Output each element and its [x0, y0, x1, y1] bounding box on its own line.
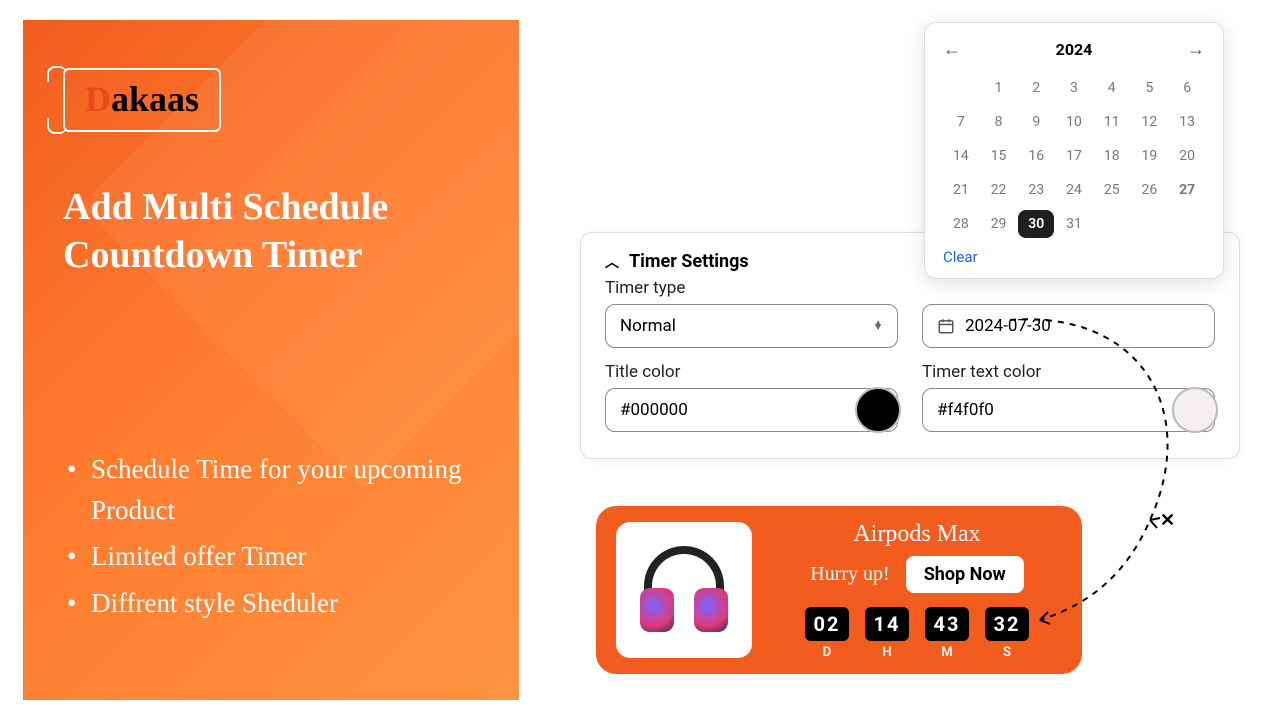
calendar-grid: 1234567891011121314151617181920212223242…: [943, 74, 1205, 238]
calendar-day[interactable]: 7: [943, 108, 979, 136]
calendar-day[interactable]: 26: [1132, 176, 1168, 204]
product-image: [616, 522, 752, 658]
calendar-day[interactable]: 18: [1094, 142, 1130, 170]
title-color-label: Title color: [605, 362, 898, 382]
calendar-day[interactable]: 25: [1094, 176, 1130, 204]
calendar-day[interactable]: 30: [1018, 210, 1054, 238]
title-color-input[interactable]: #000000: [605, 388, 898, 432]
countdown-days: 02: [805, 607, 849, 641]
calendar-day[interactable]: 12: [1132, 108, 1168, 136]
calendar-day[interactable]: 10: [1056, 108, 1092, 136]
calendar-day[interactable]: 15: [981, 142, 1017, 170]
calendar-day[interactable]: 28: [943, 210, 979, 238]
calendar-day[interactable]: 5: [1132, 74, 1168, 102]
select-caret-icon: ▲▼: [873, 322, 883, 330]
calendar-prev-button[interactable]: ←: [943, 39, 961, 60]
timer-text-color-label: Timer text color: [922, 362, 1215, 382]
bullet-item: Schedule Time for your upcoming Product: [63, 449, 479, 530]
brand-logo: Dakaas: [63, 68, 221, 132]
calendar-day[interactable]: 22: [981, 176, 1017, 204]
calendar-icon: [937, 317, 955, 335]
calendar-next-button[interactable]: →: [1187, 39, 1205, 60]
calendar-day[interactable]: 21: [943, 176, 979, 204]
chevron-up-icon: ︿: [605, 252, 619, 272]
color-swatch-light[interactable]: [1172, 387, 1218, 433]
calendar-day[interactable]: 19: [1132, 142, 1168, 170]
color-swatch-black[interactable]: [855, 387, 901, 433]
calendar-day[interactable]: 29: [981, 210, 1017, 238]
countdown-preview-widget: Airpods Max Hurry up! Shop Now 02D 14H 4…: [596, 506, 1082, 674]
calendar-day[interactable]: 13: [1169, 108, 1205, 136]
bullet-item: Diffrent style Sheduler: [63, 583, 479, 624]
shop-now-button[interactable]: Shop Now: [906, 556, 1024, 593]
section-title: Timer Settings: [629, 251, 749, 272]
timer-type-label: Timer type: [605, 278, 898, 298]
page-title: Add Multi Schedule Countdown Timer: [63, 184, 479, 279]
end-date-input[interactable]: 2024-07-30: [922, 304, 1215, 348]
calendar-day[interactable]: 8: [981, 108, 1017, 136]
calendar-clear-button[interactable]: Clear: [943, 248, 1205, 266]
calendar-day[interactable]: 2: [1018, 74, 1054, 102]
calendar-day[interactable]: 24: [1056, 176, 1092, 204]
product-name: Airpods Max: [772, 521, 1062, 548]
calendar-day[interactable]: 1: [981, 74, 1017, 102]
calendar-day[interactable]: 9: [1018, 108, 1054, 136]
promo-left-panel: Dakaas Add Multi Schedule Countdown Time…: [23, 20, 519, 700]
countdown-minutes: 43: [925, 607, 969, 641]
countdown-seconds: 32: [985, 607, 1029, 641]
countdown-timer: 02D 14H 43M 32S: [772, 607, 1062, 660]
brand-rest: akaas: [111, 79, 199, 119]
date-picker-popover: ← 2024 → 1234567891011121314151617181920…: [924, 22, 1224, 279]
calendar-day[interactable]: 3: [1056, 74, 1092, 102]
hurry-text: Hurry up!: [810, 563, 889, 586]
feature-bullets: Schedule Time for your upcoming Product …: [63, 449, 479, 623]
calendar-year[interactable]: 2024: [1056, 40, 1093, 59]
calendar-day[interactable]: 4: [1094, 74, 1130, 102]
timer-type-select[interactable]: Normal ▲▼: [605, 304, 898, 348]
timer-text-color-input[interactable]: #f4f0f0: [922, 388, 1215, 432]
calendar-day[interactable]: 31: [1056, 210, 1092, 238]
countdown-hours: 14: [865, 607, 909, 641]
calendar-day[interactable]: 11: [1094, 108, 1130, 136]
headphones-icon: [634, 540, 734, 640]
calendar-day[interactable]: 14: [943, 142, 979, 170]
svg-text:✕: ✕: [1160, 510, 1175, 531]
calendar-day[interactable]: 20: [1169, 142, 1205, 170]
brand-accent-letter: D: [85, 79, 111, 119]
bullet-item: Limited offer Timer: [63, 536, 479, 577]
calendar-day[interactable]: 17: [1056, 142, 1092, 170]
calendar-day[interactable]: 27: [1169, 176, 1205, 204]
calendar-day[interactable]: 16: [1018, 142, 1054, 170]
calendar-day[interactable]: 6: [1169, 74, 1205, 102]
calendar-day[interactable]: 23: [1018, 176, 1054, 204]
